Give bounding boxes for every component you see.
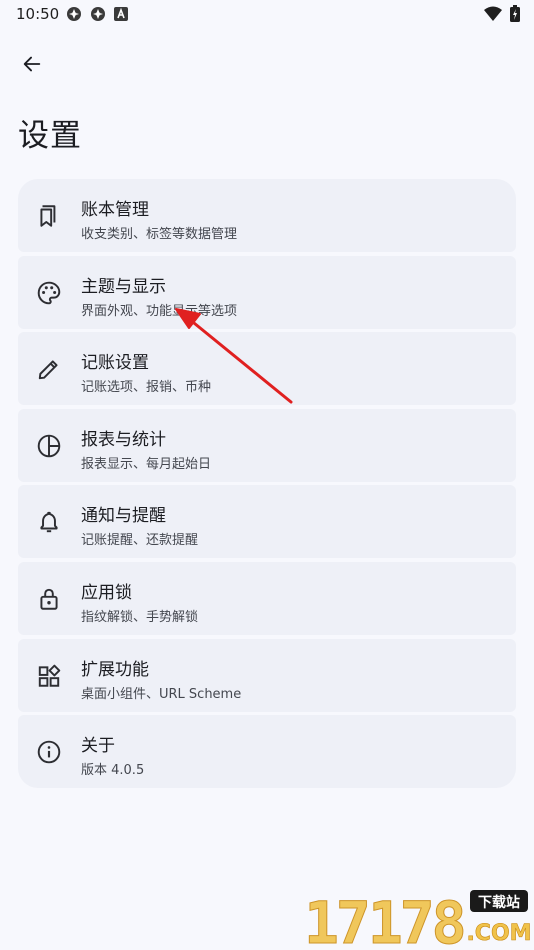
settings-item-notifications[interactable]: 通知与提醒 记账提醒、还款提醒 <box>18 485 516 559</box>
settings-item-subtitle: 报表显示、每月起始日 <box>81 456 212 472</box>
settings-item-subtitle: 版本 4.0.5 <box>81 763 145 779</box>
settings-list: 账本管理 收支类别、标签等数据管理 主题与显示 界面外观、功能显示等选项 记账设… <box>18 179 516 792</box>
bell-icon <box>40 512 58 533</box>
book-icon <box>40 205 56 227</box>
settings-item-about[interactable]: 关于 版本 4.0.5 <box>18 715 516 789</box>
settings-item-title: 通知与提醒 <box>81 506 166 527</box>
settings-item-reports[interactable]: 报表与统计 报表显示、每月起始日 <box>18 408 516 482</box>
settings-item-title: 应用锁 <box>81 582 132 603</box>
settings-item-subtitle: 收支类别、标签等数据管理 <box>81 227 238 242</box>
status-time: 10:50 <box>16 5 60 23</box>
settings-item-title: 报表与统计 <box>81 429 166 450</box>
settings-item-title: 记账设置 <box>81 353 149 374</box>
arrow-back-icon <box>23 56 41 72</box>
status-bar: 10:50 <box>0 0 534 30</box>
notification-icons <box>66 6 128 22</box>
settings-item-ledger[interactable]: 账本管理 收支类别、标签等数据管理 <box>18 179 516 252</box>
page-title: 设置 <box>18 118 82 154</box>
settings-item-theme[interactable]: 主题与显示 界面外观、功能显示等选项 <box>18 255 516 329</box>
settings-item-subtitle: 桌面小组件、URL Scheme <box>81 686 242 702</box>
settings-item-title: 扩展功能 <box>81 659 149 680</box>
notification-app-icon <box>67 7 81 21</box>
settings-item-extensions[interactable]: 扩展功能 桌面小组件、URL Scheme <box>18 638 516 712</box>
settings-item-title: 主题与显示 <box>81 276 166 297</box>
settings-item-subtitle: 记账提醒、还款提醒 <box>81 533 199 549</box>
system-icons <box>484 5 520 22</box>
settings-item-title: 账本管理 <box>81 200 149 220</box>
back-button[interactable] <box>18 50 46 78</box>
settings-item-title: 关于 <box>81 736 115 757</box>
notification-app-icon <box>91 7 105 21</box>
settings-item-bookkeeping[interactable]: 记账设置 记账选项、报销、币种 <box>18 332 516 406</box>
widgets-icon <box>38 664 61 687</box>
watermark-logo: 17178 下载站 .COM <box>304 889 531 949</box>
svg-text:下载站: 下载站 <box>478 894 520 911</box>
palette-icon <box>37 281 61 304</box>
settings-item-subtitle: 界面外观、功能显示等选项 <box>81 303 238 319</box>
svg-text:17178: 17178 <box>304 889 464 948</box>
wifi-icon <box>484 6 502 21</box>
notification-a-icon <box>114 7 128 21</box>
pie-chart-icon <box>37 434 61 458</box>
lock-icon <box>40 588 58 610</box>
settings-item-subtitle: 指纹解锁、手势解锁 <box>81 609 199 625</box>
battery-icon <box>510 5 520 22</box>
pencil-icon <box>38 360 58 380</box>
svg-text:.COM: .COM <box>466 921 530 946</box>
settings-item-app-lock[interactable]: 应用锁 指纹解锁、手势解锁 <box>18 561 516 635</box>
settings-item-subtitle: 记账选项、报销、币种 <box>81 380 212 396</box>
info-icon <box>37 740 61 764</box>
